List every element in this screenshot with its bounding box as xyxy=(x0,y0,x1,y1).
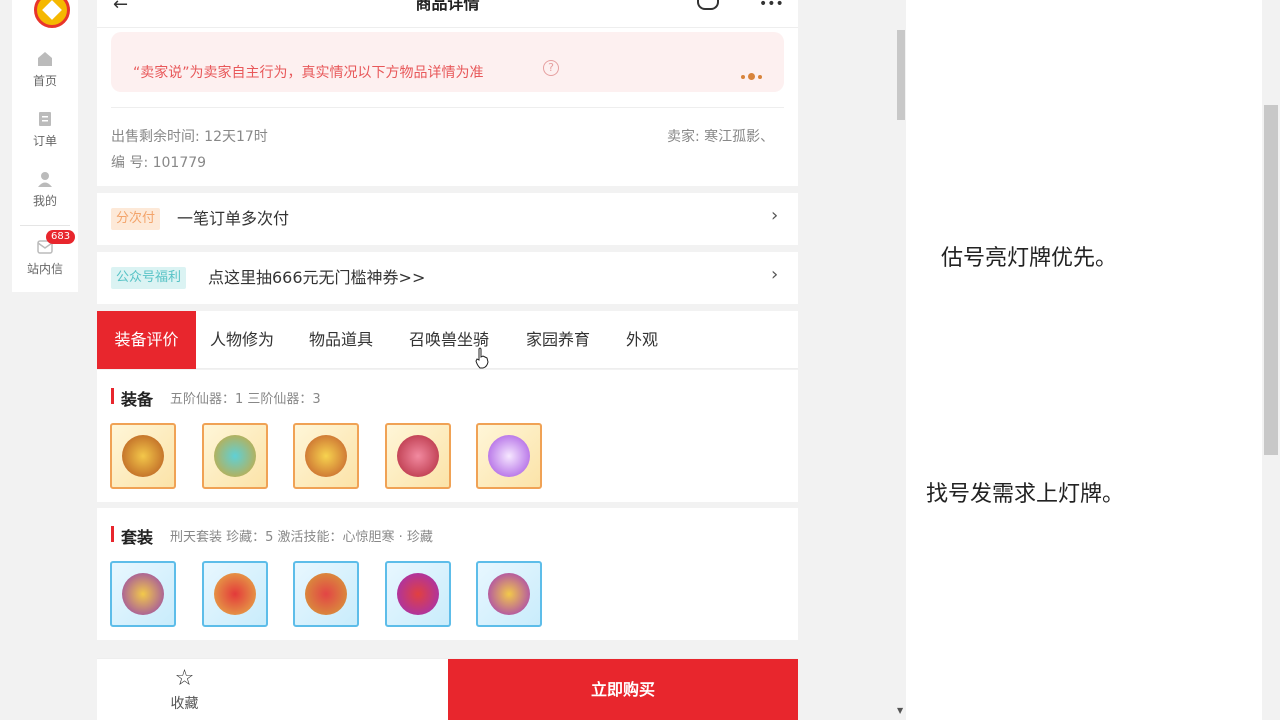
order-icon xyxy=(39,112,51,126)
necklace-icon xyxy=(214,435,256,477)
section-title: 装备 xyxy=(121,390,154,409)
favorite-button[interactable]: ☆ 收藏 xyxy=(97,659,272,720)
nav-item-home[interactable]: 首页 xyxy=(12,50,78,89)
unread-badge: 683 xyxy=(46,230,76,244)
right-scrollbar[interactable] xyxy=(1262,0,1280,720)
armor-icon xyxy=(305,435,347,477)
suit-item[interactable] xyxy=(202,561,268,627)
equipment-item[interactable] xyxy=(385,423,451,489)
hand-cursor-icon xyxy=(475,347,489,369)
tab-character-cultivation[interactable]: 人物修为 xyxy=(210,311,274,369)
bracelet-icon xyxy=(397,435,439,477)
chevron-right-icon: › xyxy=(771,205,779,226)
left-sidebar: 首页 订单 我的 683 站内信 xyxy=(12,0,78,292)
nav-item-mine[interactable]: 我的 xyxy=(12,170,78,209)
promo-row[interactable]: 公众号福利 点这里抽666元无门槛神券>> › xyxy=(97,252,798,304)
bracelet-icon xyxy=(305,573,347,615)
time-remaining: 出售剩余时间: 12天17时 xyxy=(111,129,268,145)
installment-tag: 分次付 xyxy=(111,208,161,230)
tab-equipment-evaluation[interactable]: 装备评价 xyxy=(97,311,196,369)
suit-item[interactable] xyxy=(476,561,542,627)
more-icon[interactable]: ••• xyxy=(759,0,784,12)
armor-icon xyxy=(122,573,164,615)
suit-item[interactable] xyxy=(293,561,359,627)
help-icon[interactable]: ? xyxy=(543,60,559,76)
equipment-item[interactable] xyxy=(293,423,359,489)
right-text-2: 找号发需求上灯牌。 xyxy=(926,482,1125,507)
suit-item[interactable] xyxy=(385,561,451,627)
amulet-icon xyxy=(214,573,256,615)
tab-home-breeding[interactable]: 家园养育 xyxy=(526,311,590,369)
ring-icon xyxy=(488,435,530,477)
promo-text: 点这里抽666元无门槛神券>> xyxy=(208,268,426,287)
suit-item[interactable] xyxy=(110,561,176,627)
promo-tag: 公众号福利 xyxy=(111,267,187,289)
product-detail-panel: ← 商品详情 ••• “卖家说”为卖家自主行为，真实情况以下方物品详情为准 ? … xyxy=(97,0,798,720)
nav-divider xyxy=(20,225,70,226)
nav-item-messages[interactable]: 683 站内信 xyxy=(12,230,78,277)
home-icon xyxy=(38,52,52,66)
equipment-section: 装备 五阶仙器：1 三阶仙器：3 xyxy=(97,370,798,502)
section-summary: 五阶仙器：1 三阶仙器：3 xyxy=(170,392,321,407)
chevron-right-icon: › xyxy=(771,264,779,285)
ring-icon xyxy=(488,573,530,615)
helmet-icon xyxy=(122,435,164,477)
top-bar: ← 商品详情 ••• xyxy=(97,0,798,28)
ring-icon xyxy=(397,573,439,615)
right-panel: 估号亮灯牌优先。 找号发需求上灯牌。 xyxy=(906,0,1262,720)
divider xyxy=(111,107,784,108)
installment-row[interactable]: 分次付 一笔订单多次付 › xyxy=(97,193,798,245)
installment-text: 一笔订单多次付 xyxy=(177,209,290,228)
suit-section: 套装 刑天套装 珍藏：5 激活技能：心惊胆寒 · 珍藏 xyxy=(97,508,798,640)
nav-item-orders[interactable]: 订单 xyxy=(12,110,78,149)
star-icon: ☆ xyxy=(174,666,195,691)
seller-notice: “卖家说”为卖家自主行为，真实情况以下方物品详情为准 ? xyxy=(111,32,784,92)
tab-appearance[interactable]: 外观 xyxy=(626,311,658,369)
category-tabs: 装备评价 人物修为 物品道具 召唤兽坐骑 家园养育 外观 xyxy=(97,311,798,369)
scroll-down-arrow-icon[interactable]: ▼ xyxy=(897,706,903,715)
scrollbar-thumb[interactable] xyxy=(897,30,905,120)
item-number: 编 号: 101779 xyxy=(111,155,207,171)
equipment-item[interactable] xyxy=(110,423,176,489)
page-title: 商品详情 xyxy=(415,0,480,13)
equipment-item[interactable] xyxy=(476,423,542,489)
scrollbar-thumb[interactable] xyxy=(1264,105,1278,455)
seller-name[interactable]: 卖家: 寒江孤影、 xyxy=(667,126,774,146)
app-logo[interactable] xyxy=(34,0,70,28)
user-icon xyxy=(38,172,52,187)
more-dots-icon[interactable] xyxy=(741,66,765,85)
section-summary: 刑天套装 珍藏：5 激活技能：心惊胆寒 · 珍藏 xyxy=(170,530,433,545)
product-info-card: “卖家说”为卖家自主行为，真实情况以下方物品详情为准 ? 出售剩余时间: 12天… xyxy=(97,28,798,186)
right-text-1: 估号亮灯牌优先。 xyxy=(941,246,1118,271)
main-scrollbar[interactable]: ▼ xyxy=(896,0,906,720)
buy-now-button[interactable]: 立即购买 xyxy=(448,659,798,720)
equipment-item[interactable] xyxy=(202,423,268,489)
bottom-action-bar: ☆ 收藏 立即购买 xyxy=(97,658,798,720)
tab-items[interactable]: 物品道具 xyxy=(309,311,373,369)
notice-text: “卖家说”为卖家自主行为，真实情况以下方物品详情为准 xyxy=(133,65,484,81)
section-title: 套装 xyxy=(121,528,154,547)
